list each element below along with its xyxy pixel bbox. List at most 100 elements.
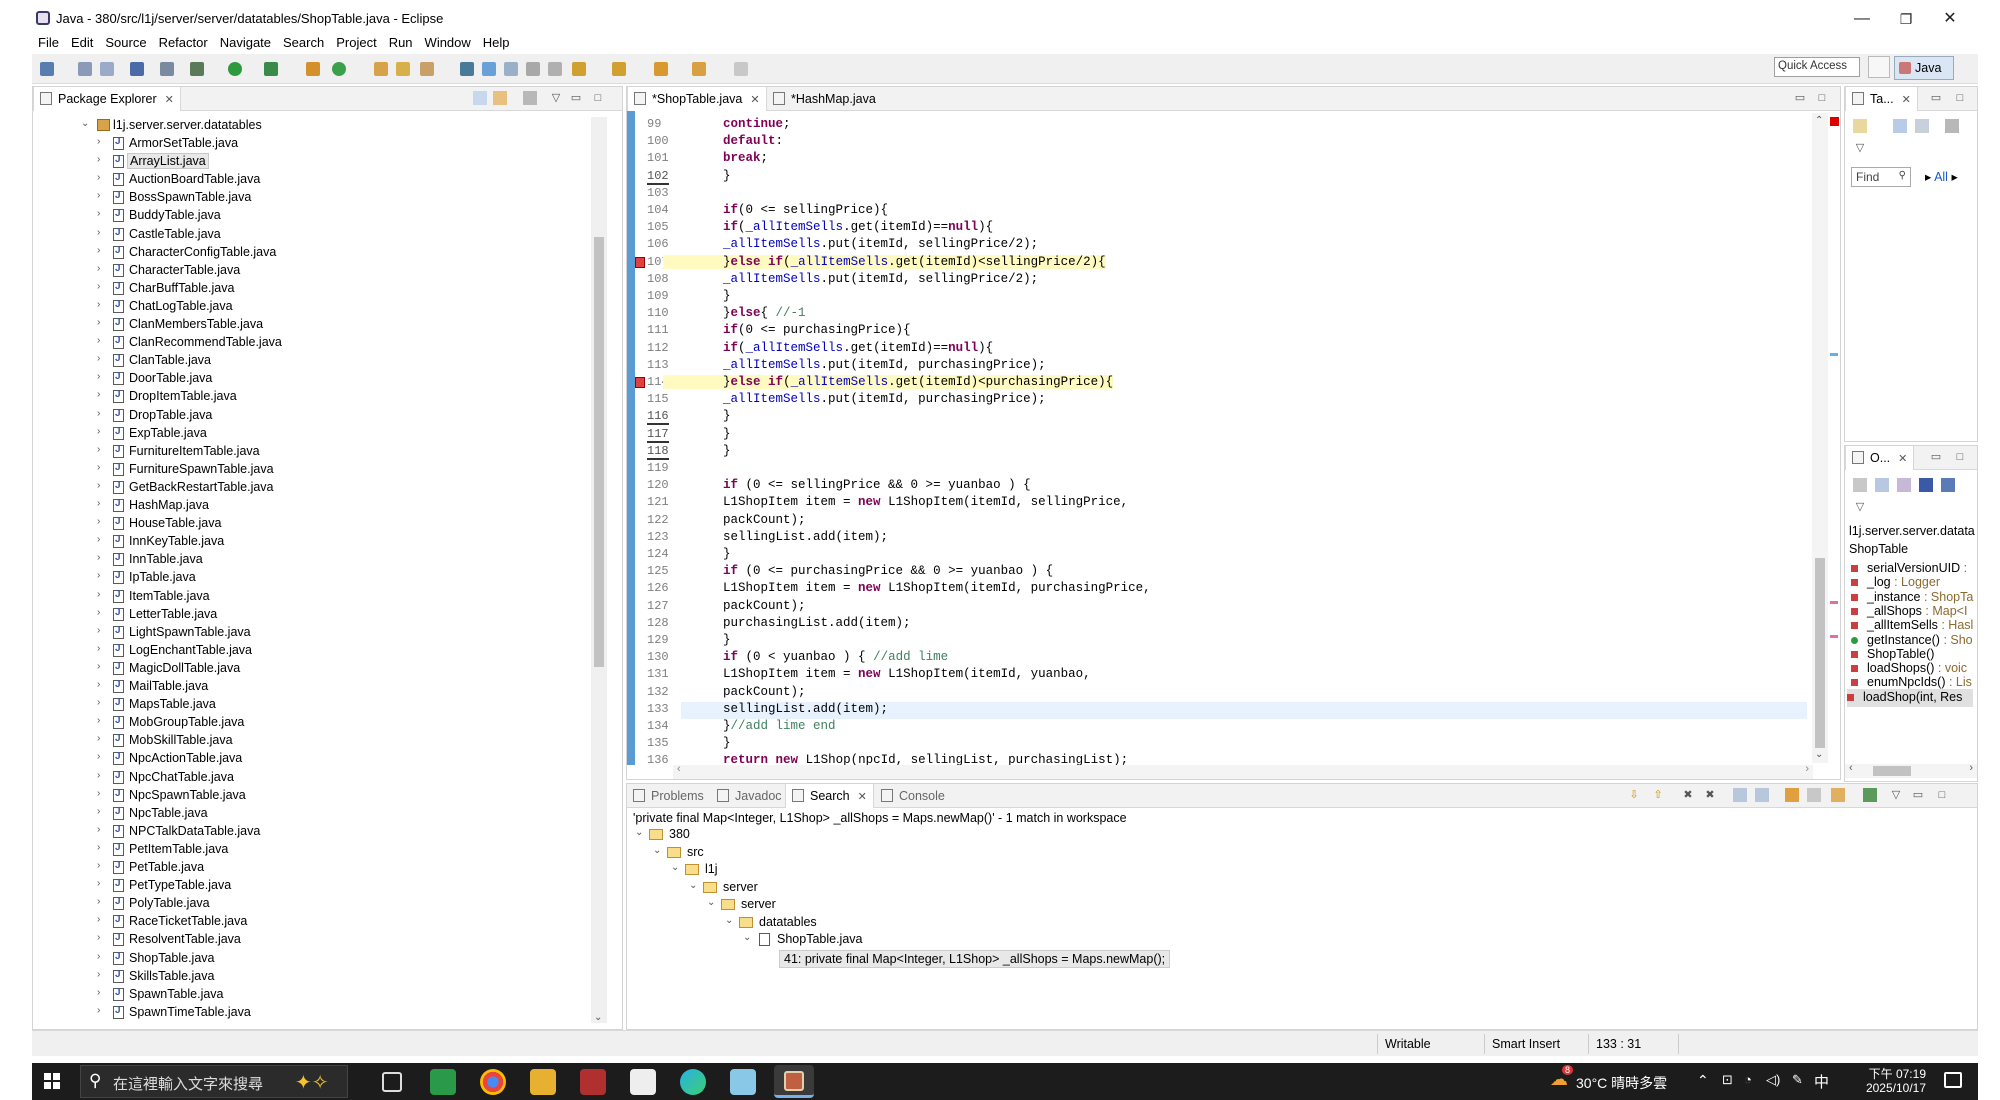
chevron-right-icon[interactable]: › <box>97 371 100 382</box>
scrollbar-thumb[interactable] <box>1873 766 1911 776</box>
minimize-view-icon[interactable]: ▭ <box>1929 91 1943 105</box>
chevron-down-icon[interactable]: ⌄ <box>653 845 661 856</box>
menu-window[interactable]: Window <box>419 32 477 50</box>
scroll-up-icon[interactable]: ⌃ <box>1815 115 1823 126</box>
tab-package-explorer[interactable]: Package Explorer ✕ <box>33 87 181 111</box>
chevron-right-icon[interactable]: › <box>97 172 100 183</box>
code-area[interactable]: 99 continue; 100 default: 101 break; 102 } 1… <box>635 117 1807 767</box>
code-line[interactable]: 135 } <box>635 736 1807 753</box>
chrome-icon[interactable] <box>480 1069 506 1095</box>
code-line[interactable]: 112 if(_allItemSells.get(itemId)==null){ <box>635 341 1807 358</box>
new-java-project-icon[interactable] <box>306 62 320 76</box>
editor-hscrollbar[interactable]: ‹ › <box>673 763 1813 779</box>
code-line[interactable]: 106 _allItemSells.put(itemId, sellingPri… <box>635 237 1807 254</box>
task-view-icon[interactable] <box>382 1072 402 1092</box>
chevron-down-icon[interactable]: ⌄ <box>81 118 89 129</box>
chevron-right-icon[interactable]: › <box>97 969 100 980</box>
chevron-right-icon[interactable]: › <box>97 770 100 781</box>
toggle-breadcrumb-icon[interactable] <box>460 62 474 76</box>
chevron-right-icon[interactable]: › <box>97 462 100 473</box>
clock-time[interactable]: 下午 07:19 <box>1854 1065 1926 1082</box>
menu-navigate[interactable]: Navigate <box>214 32 277 50</box>
previous-match-icon[interactable]: ⇧ <box>1651 788 1665 802</box>
chevron-right-icon[interactable]: › <box>97 589 100 600</box>
chevron-right-icon[interactable]: › <box>97 733 100 744</box>
tab-console[interactable]: Console <box>875 784 951 808</box>
code-line[interactable]: 107 }else if(_allItemSells.get(itemId)<s… <box>635 254 1807 272</box>
ime-indicator[interactable]: 中 <box>1814 1071 1829 1092</box>
chevron-right-icon[interactable]: › <box>97 208 100 219</box>
code-line[interactable]: 121 L1ShopItem item = new L1ShopItem(ite… <box>635 495 1807 512</box>
chevron-right-icon[interactable]: › <box>97 552 100 563</box>
scroll-right-icon[interactable]: › <box>1805 763 1809 775</box>
close-icon[interactable]: ✕ <box>1902 94 1911 106</box>
chevron-right-icon[interactable]: › <box>97 896 100 907</box>
wifi-icon[interactable]: ◔ <box>1744 1072 1752 1087</box>
code-line[interactable]: 129 } <box>635 633 1807 650</box>
menu-run[interactable]: Run <box>383 32 419 50</box>
chevron-right-icon[interactable]: › <box>97 534 100 545</box>
debug-icon[interactable] <box>190 62 204 76</box>
code-line[interactable]: 111 if(0 <= purchasingPrice){ <box>635 323 1807 340</box>
link-with-editor-icon[interactable] <box>493 91 507 105</box>
maximize-view-icon[interactable]: □ <box>1815 91 1829 105</box>
view-menu-icon[interactable]: ▽ <box>1853 141 1867 155</box>
tab-problems[interactable]: Problems <box>627 784 710 808</box>
collapse-all-icon[interactable] <box>1853 478 1867 492</box>
code-line[interactable]: 115 _allItemSells.put(itemId, purchasing… <box>635 392 1807 409</box>
notepad-icon[interactable] <box>630 1069 656 1095</box>
forward-icon[interactable] <box>734 62 748 76</box>
code-line[interactable]: 134 }//add lime end <box>635 719 1807 736</box>
tab-hashmap[interactable]: *HashMap.java <box>767 87 882 111</box>
chevron-right-icon[interactable]: › <box>97 245 100 256</box>
error-overview-icon[interactable] <box>1830 117 1839 126</box>
show-whitespace-icon[interactable] <box>526 62 540 76</box>
code-line[interactable]: 113 _allItemSells.put(itemId, purchasing… <box>635 358 1807 375</box>
chevron-right-icon[interactable]: › <box>97 932 100 943</box>
next-match-icon[interactable]: ⇩ <box>1627 788 1641 802</box>
chevron-right-icon[interactable]: › <box>97 299 100 310</box>
outline-class[interactable]: ShopTable <box>1849 542 1908 560</box>
cancel-search-icon[interactable] <box>1807 788 1821 802</box>
run-icon[interactable] <box>228 62 242 76</box>
scroll-left-icon[interactable]: ‹ <box>1849 762 1853 774</box>
error-icon[interactable] <box>635 256 645 268</box>
mark-occurrences-icon[interactable] <box>482 62 496 76</box>
code-line[interactable]: 114 }else if(_allItemSells.get(itemId)<p… <box>635 375 1807 392</box>
chevron-right-icon[interactable]: › <box>97 878 100 889</box>
menu-source[interactable]: Source <box>99 32 152 50</box>
view-menu-icon[interactable]: ▽ <box>1853 500 1867 514</box>
chevron-right-icon[interactable]: › <box>97 389 100 400</box>
minimize-view-icon[interactable]: ▭ <box>1793 91 1807 105</box>
quick-access-field[interactable]: Quick Access <box>1774 57 1860 77</box>
chevron-right-icon[interactable]: › <box>97 751 100 762</box>
chevron-down-icon[interactable]: ⌄ <box>689 880 697 891</box>
show-hidden-icons-icon[interactable]: ⌃ <box>1697 1072 1709 1089</box>
app-icon[interactable] <box>730 1069 756 1095</box>
code-line[interactable]: 105 if(_allItemSells.get(itemId)==null){ <box>635 220 1807 237</box>
view-menu-icon[interactable]: ▽ <box>1889 788 1903 802</box>
skip-breakpoints-icon[interactable] <box>160 62 174 76</box>
code-line[interactable]: 108 _allItemSells.put(itemId, sellingPri… <box>635 272 1807 289</box>
chevron-down-icon[interactable]: ⌄ <box>725 915 733 926</box>
previous-annotation-icon[interactable] <box>612 62 626 76</box>
edge-icon[interactable] <box>680 1069 706 1095</box>
chevron-down-icon[interactable]: ⌄ <box>635 827 643 838</box>
chevron-right-icon[interactable]: › <box>97 697 100 708</box>
code-line[interactable]: 124 } <box>635 547 1807 564</box>
chevron-down-icon[interactable]: ⌄ <box>743 932 751 943</box>
chevron-right-icon[interactable]: › <box>97 643 100 654</box>
code-line[interactable]: 99 continue; <box>635 117 1807 134</box>
minimize-view-icon[interactable]: ▭ <box>569 91 583 105</box>
chevron-right-icon[interactable]: › <box>97 661 100 672</box>
code-line[interactable]: 118 } <box>635 444 1807 461</box>
menu-search[interactable]: Search <box>277 32 330 50</box>
maximize-view-icon[interactable]: □ <box>1935 788 1949 802</box>
code-line[interactable]: 126 L1ShopItem item = new L1ShopItem(ite… <box>635 581 1807 598</box>
chevron-right-icon[interactable]: › <box>97 715 100 726</box>
code-line[interactable]: 102 } <box>635 169 1807 186</box>
chevron-down-icon[interactable]: ⌄ <box>671 862 679 873</box>
chevron-right-icon[interactable]: › <box>97 426 100 437</box>
code-line[interactable]: 128 purchasingList.add(item); <box>635 616 1807 633</box>
pin-view-icon[interactable] <box>1863 788 1877 802</box>
